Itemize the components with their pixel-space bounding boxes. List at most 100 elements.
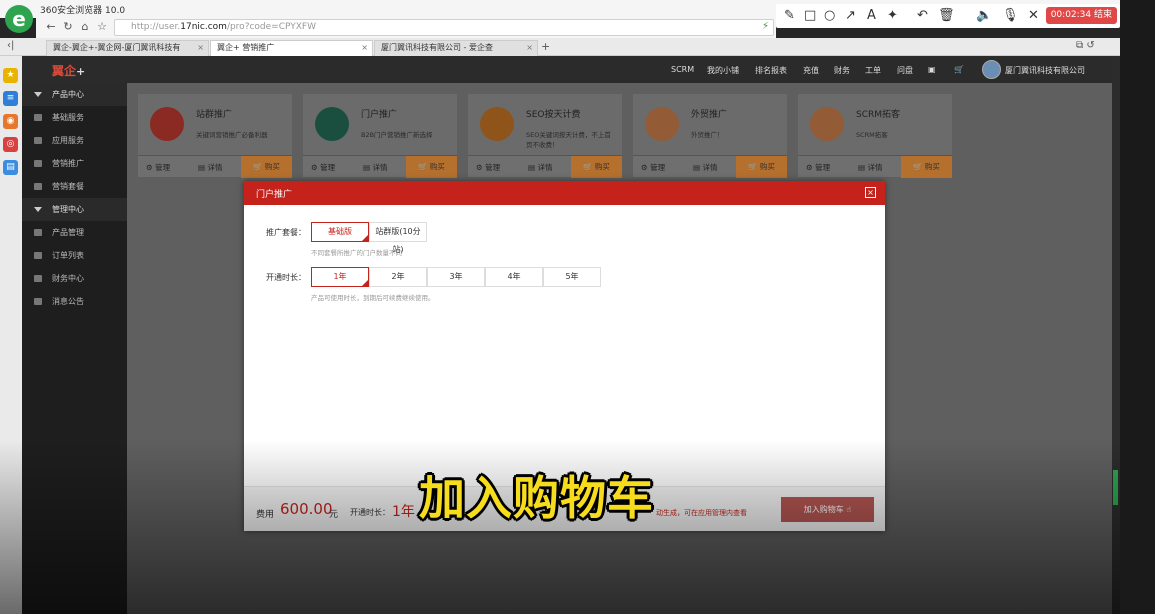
- pen-icon[interactable]: ✎: [784, 8, 795, 23]
- card-title: 外贸推广: [691, 110, 728, 120]
- home-icon[interactable]: ⌂: [78, 20, 92, 34]
- dialog-header: 门户推广 ×: [244, 181, 885, 205]
- manage-button[interactable]: ⚙ 管理: [806, 162, 830, 173]
- manage-button[interactable]: ⚙ 管理: [641, 162, 665, 173]
- tab-marketing[interactable]: 翼企+ 营销推广 ×: [210, 40, 373, 56]
- nav-finance[interactable]: 财务: [834, 65, 850, 76]
- text-icon[interactable]: A: [867, 8, 876, 23]
- tab-aiqicha[interactable]: 厦门翼讯科技有限公司 - 爱企查 ×: [374, 40, 538, 56]
- card-title: 站群推广: [196, 110, 233, 120]
- speaker-icon[interactable]: 🔈: [976, 8, 992, 23]
- detail-button[interactable]: ▤ 详情: [198, 162, 222, 173]
- browser-logo-icon: e: [5, 5, 33, 33]
- card-desc: 关键词营销推广必备利器: [196, 131, 268, 139]
- star-icon[interactable]: ☆: [95, 20, 109, 34]
- cart-icon[interactable]: 🛒: [954, 65, 964, 74]
- doc-icon[interactable]: ▤: [3, 160, 18, 175]
- package-option-basic[interactable]: 基础版: [311, 222, 369, 242]
- rectangle-icon[interactable]: □: [804, 8, 816, 23]
- magic-icon[interactable]: ✦: [887, 8, 898, 23]
- duration-option-2[interactable]: 2年: [369, 267, 427, 287]
- company-name[interactable]: 厦门翼讯科技有限公司: [1005, 65, 1085, 76]
- product-card: 站群推广 关键词营销推广必备利器 ⚙ 管理 ▤ 详情 🛒 购买: [138, 94, 292, 178]
- duration-option-4[interactable]: 4年: [485, 267, 543, 287]
- manage-button[interactable]: ⚙ 管理: [146, 162, 170, 173]
- product-card: 门户推广 B2B门户营销推广新选择 ⚙ 管理 ▤ 详情 🛒 购买: [303, 94, 457, 178]
- duration-hint: 产品可使用时长，到期后可续费继续使用。: [311, 294, 435, 302]
- product-card: 外贸推广 外贸推广！ ⚙ 管理 ▤ 详情 🛒 购买: [633, 94, 787, 178]
- mic-icon[interactable]: 🎙: [1002, 8, 1019, 23]
- close-icon[interactable]: ×: [865, 187, 876, 198]
- site-header: 翼企+ SCRM 我的小铺 排名报表 充值 财务 工单 问盘 ▣ 🛒 厦门翼讯科…: [22, 56, 1112, 83]
- close-icon[interactable]: ✕: [1028, 8, 1039, 23]
- buy-button[interactable]: 🛒 购买: [901, 156, 952, 178]
- add-to-cart-button[interactable]: 加入购物车 ☝: [781, 497, 874, 522]
- video-subtitle: 加入购物车: [419, 471, 654, 525]
- buy-button[interactable]: 🛒 购买: [241, 156, 292, 178]
- detail-button[interactable]: ▤ 详情: [363, 162, 387, 173]
- sidebar-group-product-center[interactable]: 产品中心: [22, 83, 127, 106]
- package-option-station-group[interactable]: 站群版(10分站): [369, 222, 427, 254]
- sidebar-item-announcements[interactable]: 消息公告: [22, 290, 127, 313]
- card-actions: ⚙ 管理 ▤ 详情 🛒 购买: [798, 155, 952, 178]
- manage-button[interactable]: ⚙ 管理: [311, 162, 335, 173]
- buy-button[interactable]: 🛒 购买: [571, 156, 622, 178]
- duration-option-1[interactable]: 1年: [311, 267, 369, 287]
- sidebar-item-orders[interactable]: 订单列表: [22, 244, 127, 267]
- fee-amount: 600.00: [280, 500, 333, 518]
- card-desc: SCRM拓客: [856, 131, 888, 139]
- buy-button[interactable]: 🛒 购买: [406, 156, 457, 178]
- recorder-toolbar: ✎ □ ○ ↗ A ✦ ↶ 🗑 🔈 🎙 ✕ 00:02:34 结束: [776, 4, 1120, 28]
- message-icon[interactable]: ▣: [928, 65, 936, 74]
- detail-button[interactable]: ▤ 详情: [693, 162, 717, 173]
- trash-icon[interactable]: 🗑: [938, 8, 955, 23]
- capture-icon[interactable]: ◎: [3, 137, 18, 152]
- duration-option-3[interactable]: 3年: [427, 267, 485, 287]
- manage-button[interactable]: ⚙ 管理: [476, 162, 500, 173]
- detail-button[interactable]: ▤ 详情: [528, 162, 552, 173]
- buy-button[interactable]: 🛒 购买: [736, 156, 787, 178]
- security-icon[interactable]: ⚡: [762, 21, 769, 32]
- duration-label: 开通时长：: [266, 273, 306, 282]
- refresh-icon[interactable]: ↻: [61, 20, 75, 34]
- new-tab-button[interactable]: +: [541, 40, 550, 53]
- site-logo[interactable]: 翼企+: [52, 62, 85, 79]
- recorder-time[interactable]: 00:02:34 结束: [1045, 7, 1117, 24]
- nav-ranking-report[interactable]: 排名报表: [755, 65, 787, 76]
- sidebar-toggle-icon[interactable]: ‹|: [7, 40, 14, 51]
- undo-icon[interactable]: ↶: [917, 8, 928, 23]
- megaphone-icon: [315, 107, 349, 141]
- avatar[interactable]: [982, 60, 1001, 79]
- arrow-icon[interactable]: ↗: [845, 8, 856, 23]
- scrollbar[interactable]: [1112, 56, 1120, 614]
- nav-recharge[interactable]: 充值: [803, 65, 819, 76]
- weibo-icon[interactable]: ◉: [3, 114, 18, 129]
- scroll-thumb[interactable]: [1113, 470, 1118, 505]
- favorites-icon[interactable]: ★: [3, 68, 18, 83]
- sidebar-item-marketing-package[interactable]: 营销套餐: [22, 175, 127, 198]
- nav-my-shop[interactable]: 我的小铺: [707, 65, 739, 76]
- sidebar-item-marketing[interactable]: 营销推广: [22, 152, 127, 175]
- tab-yiqi[interactable]: 翼企-翼企+-翼企网-厦门翼讯科技有 ×: [46, 40, 209, 56]
- nav-scrm[interactable]: SCRM: [671, 65, 694, 74]
- sidebar-item-basic-service[interactable]: 基础服务: [22, 106, 127, 129]
- back-icon[interactable]: ←: [44, 20, 58, 34]
- circle-icon[interactable]: ○: [824, 8, 835, 23]
- nav-ticket[interactable]: 工单: [865, 65, 881, 76]
- screen: 360安全浏览器 10.0 e ← ↻ ⌂ ☆ http://user.17ni…: [0, 0, 1155, 614]
- sidebar-item-product-management[interactable]: 产品管理: [22, 221, 127, 244]
- sidebar-group-management[interactable]: 管理中心: [22, 198, 127, 221]
- package-hint: 不同套餐所推广的门户数量不同: [311, 249, 402, 257]
- sidebar-item-app-service[interactable]: 应用服务: [22, 129, 127, 152]
- dialog-title: 门户推广: [256, 190, 293, 200]
- url-input[interactable]: http://user.17nic.com/pro?code=CPYXFW ⚡: [114, 19, 774, 36]
- card-actions: ⚙ 管理 ▤ 详情 🛒 购买: [633, 155, 787, 178]
- restore-tab-icon[interactable]: ⧉ ↺: [1076, 40, 1095, 51]
- pointer-cursor-icon: ☝: [846, 505, 852, 514]
- reader-icon[interactable]: ≡: [3, 91, 18, 106]
- detail-button[interactable]: ▤ 详情: [858, 162, 882, 173]
- duration-option-5[interactable]: 5年: [543, 267, 601, 287]
- globe-icon: [810, 107, 844, 141]
- nav-inquiry[interactable]: 问盘: [897, 65, 913, 76]
- sidebar-item-finance[interactable]: 财务中心: [22, 267, 127, 290]
